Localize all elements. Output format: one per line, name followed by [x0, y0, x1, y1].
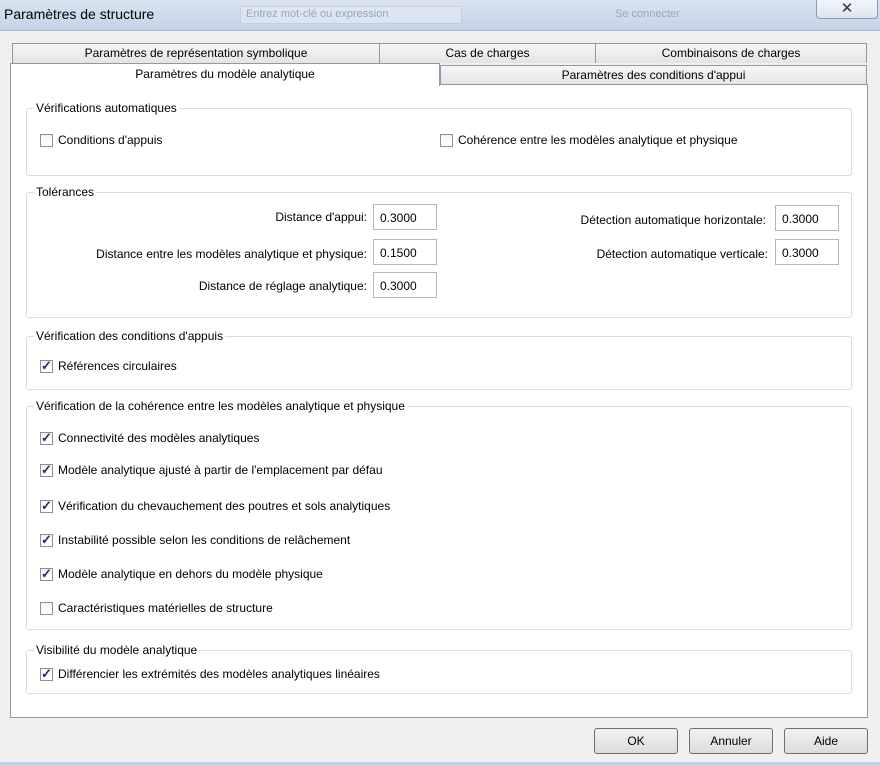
tab-load-combinations[interactable]: Combinaisons de charges [595, 43, 867, 63]
label-release-instability: Instabilité possible selon les condition… [58, 533, 351, 547]
tab-load-cases[interactable]: Cas de charges [379, 43, 596, 63]
tab-boundary-conditions[interactable]: Paramètres des conditions d'appui [440, 65, 867, 85]
check-icon: ✓ [41, 358, 52, 373]
label-default-location-adjust: Modèle analytique ajusté à partir de l'e… [58, 463, 383, 477]
checkbox-release-instability[interactable]: ✓ [40, 532, 53, 547]
checkbox-analytical-connectivity[interactable]: ✓ [40, 430, 53, 445]
auto-detect-horizontal-input[interactable]: 0.3000 [775, 205, 839, 231]
group-title-auto-checks: Vérifications automatiques [34, 101, 179, 115]
background-signin-hint: Se connecter [615, 8, 680, 20]
check-icon: ✓ [41, 566, 52, 581]
auto-detect-vertical-input[interactable]: 0.3000 [775, 239, 839, 265]
checkbox-support-conditions[interactable] [40, 134, 53, 147]
label-model-distance: Distance entre les modèles analytique et… [96, 247, 367, 261]
label-differentiate-ends: Différencier les extrémités des modèles … [58, 667, 380, 681]
check-icon: ✓ [41, 430, 52, 445]
checkbox-material-properties[interactable] [40, 602, 53, 615]
label-auto-detect-vertical: Détection automatique verticale: [596, 247, 768, 261]
group-title-coherence-checks: Vérification de la cohérence entre les m… [34, 399, 407, 413]
window-title: Paramètres de structure [4, 6, 155, 22]
checkbox-model-coherence[interactable] [440, 134, 453, 147]
close-icon: ✕ [840, 0, 854, 17]
checkbox-differentiate-ends[interactable]: ✓ [40, 666, 53, 681]
title-bar: Paramètres de structure Entrez mot-clé o… [0, 0, 880, 31]
group-title-support-checks: Vérification des conditions d'appuis [34, 329, 226, 343]
label-support-conditions: Conditions d'appuis [58, 133, 163, 147]
label-auto-detect-horizontal: Détection automatique horizontale: [580, 213, 766, 227]
check-icon: ✓ [41, 498, 52, 513]
checkbox-analytical-outside-physical[interactable]: ✓ [40, 566, 53, 581]
group-title-tolerances: Tolérances [34, 185, 97, 199]
tab-symbolic-representation[interactable]: Paramètres de représentation symbolique [12, 43, 380, 63]
checkbox-circular-references[interactable]: ✓ [40, 358, 53, 373]
background-search-hint: Entrez mot-clé ou expression [246, 8, 389, 20]
help-button[interactable]: Aide [784, 728, 868, 754]
check-icon: ✓ [41, 532, 52, 547]
checkbox-beam-floor-overlap[interactable]: ✓ [40, 498, 53, 513]
check-icon: ✓ [41, 666, 52, 681]
support-distance-input[interactable]: 0.3000 [373, 204, 437, 230]
label-material-properties: Caractéristiques matérielles de structur… [58, 601, 273, 615]
label-analytical-connectivity: Connectivité des modèles analytiques [58, 431, 260, 445]
group-title-visibility: Visibilité du modèle analytique [34, 643, 200, 657]
close-button[interactable]: ✕ [816, 0, 878, 19]
ok-button[interactable]: OK [594, 728, 678, 754]
checkbox-default-location-adjust[interactable]: ✓ [40, 462, 53, 477]
model-distance-input[interactable]: 0.1500 [373, 239, 437, 265]
label-analytical-adjust-distance: Distance de réglage analytique: [198, 279, 367, 293]
label-beam-floor-overlap: Vérification du chevauchement des poutre… [58, 499, 391, 513]
tab-analytical-model[interactable]: Paramètres du modèle analytique [10, 63, 440, 86]
analytical-adjust-distance-input[interactable]: 0.3000 [373, 272, 437, 298]
label-analytical-outside-physical: Modèle analytique en dehors du modèle ph… [58, 567, 323, 581]
label-support-distance: Distance d'appui: [275, 210, 367, 224]
check-icon: ✓ [41, 462, 52, 477]
label-circular-references: Références circulaires [58, 359, 177, 373]
cancel-button[interactable]: Annuler [689, 728, 773, 754]
background-app-toolbar: Entrez mot-clé ou expression Se connecte… [160, 4, 810, 26]
label-model-coherence: Cohérence entre les modèles analytique e… [458, 133, 738, 147]
